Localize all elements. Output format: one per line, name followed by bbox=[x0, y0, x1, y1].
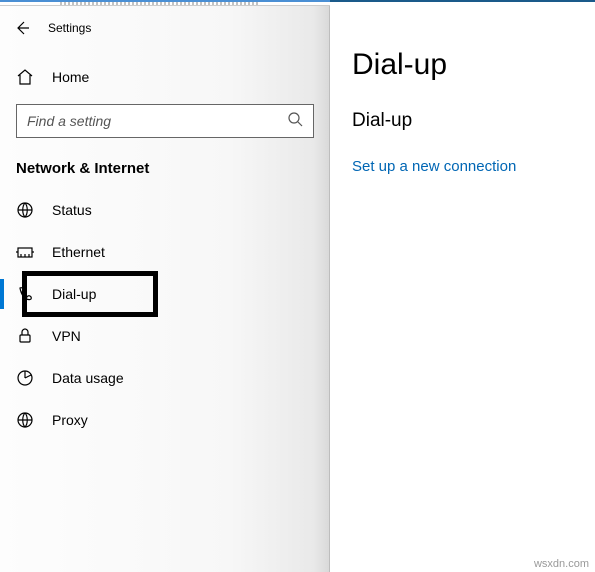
sidebar-item-dialup[interactable]: Dial-up bbox=[0, 273, 330, 315]
sidebar-item-label: Status bbox=[52, 202, 92, 218]
proxy-icon bbox=[16, 411, 34, 429]
window-top-border bbox=[330, 0, 595, 2]
sidebar-item-vpn[interactable]: VPN bbox=[0, 315, 330, 357]
back-button[interactable] bbox=[12, 18, 32, 38]
header-row: Settings bbox=[0, 12, 330, 48]
sidebar-item-ethernet[interactable]: Ethernet bbox=[0, 231, 330, 273]
vpn-icon bbox=[16, 327, 34, 345]
sidebar-item-label: Ethernet bbox=[52, 244, 105, 260]
home-label: Home bbox=[52, 69, 89, 85]
main-content: Dial-up Dial-up Set up a new connection bbox=[330, 0, 595, 572]
window-top-artifact bbox=[0, 0, 330, 6]
home-button[interactable]: Home bbox=[0, 58, 330, 96]
settings-title: Settings bbox=[48, 21, 91, 35]
search-icon bbox=[287, 111, 303, 132]
sidebar: Settings Home Network & Internet Status … bbox=[0, 0, 330, 572]
ethernet-icon bbox=[16, 243, 34, 261]
sidebar-item-label: Data usage bbox=[52, 370, 124, 386]
sidebar-item-status[interactable]: Status bbox=[0, 189, 330, 231]
setup-connection-link[interactable]: Set up a new connection bbox=[352, 158, 595, 175]
category-title: Network & Internet bbox=[0, 156, 330, 189]
section-title: Dial-up bbox=[352, 110, 595, 132]
sidebar-item-proxy[interactable]: Proxy bbox=[0, 399, 330, 441]
attribution-text: wsxdn.com bbox=[534, 558, 589, 570]
search-input[interactable] bbox=[27, 113, 287, 129]
search-box[interactable] bbox=[16, 104, 314, 138]
sidebar-item-datausage[interactable]: Data usage bbox=[0, 357, 330, 399]
back-arrow-icon bbox=[14, 20, 30, 36]
sidebar-item-label: VPN bbox=[52, 328, 81, 344]
page-title: Dial-up bbox=[352, 48, 595, 82]
dialup-icon bbox=[16, 285, 34, 303]
datausage-icon bbox=[16, 369, 34, 387]
sidebar-item-label: Dial-up bbox=[52, 286, 96, 302]
status-icon bbox=[16, 201, 34, 219]
home-icon bbox=[16, 68, 34, 86]
sidebar-item-label: Proxy bbox=[52, 412, 88, 428]
